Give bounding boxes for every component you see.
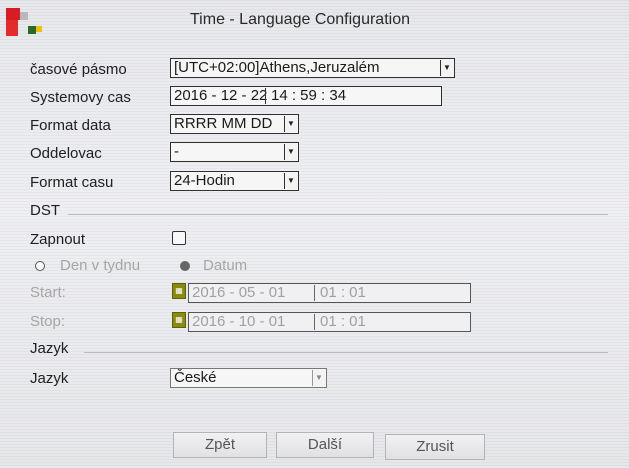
- chevron-down-icon[interactable]: ▼: [284, 116, 297, 132]
- dst-section-divider: [68, 214, 608, 215]
- calendar-icon[interactable]: ▦: [172, 283, 186, 299]
- dst-enable-label: Zapnout: [30, 231, 86, 248]
- dst-stop-field[interactable]: 2016 - 10 - 01 01 : 01: [188, 312, 471, 332]
- dst-start-date[interactable]: 2016 - 05 - 01: [192, 284, 285, 301]
- system-date-value[interactable]: 2016 - 12 - 22: [174, 87, 267, 104]
- timezone-select[interactable]: [UTC+02:00]Athens,Jeruzalém ▼: [170, 58, 455, 78]
- chevron-down-icon[interactable]: ▼: [440, 60, 453, 76]
- dst-stop-label: Stop:: [30, 313, 66, 330]
- time-format-select[interactable]: 24-Hodin ▼: [170, 171, 299, 191]
- date-format-label: Format data: [30, 117, 111, 134]
- mode-date-label: Datum: [203, 257, 248, 274]
- mode-week-radio[interactable]: [35, 261, 45, 271]
- language-section-label: Jazyk: [30, 340, 69, 357]
- language-label: Jazyk: [30, 370, 69, 387]
- chevron-down-icon[interactable]: ▼: [284, 144, 297, 160]
- brand-logo: [6, 8, 46, 36]
- dst-stop-time[interactable]: 01 : 01: [320, 313, 366, 331]
- dst-enable-checkbox[interactable]: [172, 231, 186, 245]
- time-format-value: 24-Hodin: [174, 172, 235, 189]
- system-time-field[interactable]: 2016 - 12 - 22 14 : 59 : 34: [170, 86, 442, 106]
- calendar-icon[interactable]: ▦: [172, 312, 186, 328]
- mode-date-radio[interactable]: [180, 261, 190, 271]
- timezone-label: časové pásmo: [30, 61, 127, 78]
- mode-week-label: Den v tydnu: [60, 257, 141, 274]
- separator-select[interactable]: - ▼: [170, 142, 299, 162]
- window-title: Time - Language Configuration: [190, 11, 410, 28]
- dst-stop-date[interactable]: 2016 - 10 - 01: [192, 313, 285, 330]
- language-select[interactable]: České ▼: [170, 368, 327, 388]
- date-format-value: RRRR MM DD: [174, 115, 273, 132]
- next-button[interactable]: Další: [276, 432, 374, 458]
- chevron-down-icon[interactable]: ▼: [284, 173, 297, 189]
- dst-section-label: DST: [30, 202, 60, 219]
- back-button[interactable]: Zpět: [173, 432, 267, 458]
- system-time-value[interactable]: 14 : 59 : 34: [271, 87, 346, 105]
- cancel-button[interactable]: Zrusit: [385, 434, 485, 460]
- timezone-value: [UTC+02:00]Athens,Jeruzalém: [174, 59, 380, 76]
- dst-start-label: Start:: [30, 284, 66, 301]
- date-format-select[interactable]: RRRR MM DD ▼: [170, 114, 299, 134]
- dst-start-field[interactable]: 2016 - 05 - 01 01 : 01: [188, 283, 471, 303]
- separator-label: Oddelovac: [30, 145, 102, 162]
- separator-value: -: [174, 143, 179, 160]
- chevron-down-icon[interactable]: ▼: [312, 370, 325, 386]
- dst-start-time[interactable]: 01 : 01: [320, 284, 366, 302]
- language-value: České: [174, 369, 217, 386]
- language-section-divider: [84, 352, 608, 353]
- system-time-label: Systemovy cas: [30, 89, 131, 106]
- time-format-label: Format casu: [30, 174, 114, 191]
